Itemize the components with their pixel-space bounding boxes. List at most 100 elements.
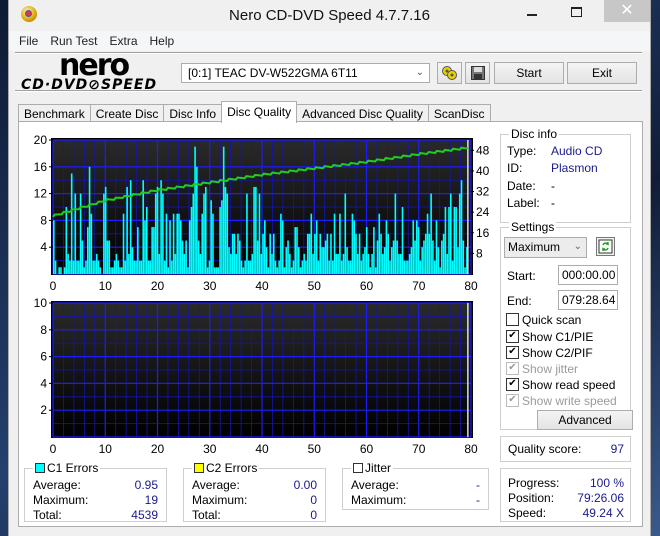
drive-select[interactable]: [0:1] TEAC DV-W522GMA 6T11 ⌄ <box>181 63 430 83</box>
c1-bar <box>419 260 422 274</box>
refresh-button[interactable] <box>596 237 615 256</box>
minimize-button[interactable] <box>510 0 554 22</box>
c1-bar <box>331 260 334 274</box>
c1-bar <box>60 267 62 274</box>
c1-bar <box>258 193 261 274</box>
c1-bar <box>58 267 60 274</box>
progress-label: Progress: <box>508 476 560 490</box>
c1-bar <box>323 247 325 274</box>
c1-bar <box>221 200 223 274</box>
jitter-color-swatch <box>353 462 363 473</box>
c1-bar <box>178 213 180 274</box>
x-tick-label: 10 <box>99 279 113 292</box>
maximize-button[interactable] <box>554 0 598 22</box>
menu-file[interactable]: File <box>13 31 44 51</box>
c1-bar <box>265 247 268 274</box>
c1-bar <box>365 227 368 274</box>
c1-bar <box>106 240 109 274</box>
c1-bar <box>310 213 313 274</box>
c1-bar <box>458 193 461 274</box>
c1-bar <box>314 233 316 274</box>
c1-bar <box>228 247 230 274</box>
c1-bar <box>185 240 187 274</box>
c1-bar <box>376 240 379 274</box>
c1-bar <box>351 213 354 274</box>
c1-bar <box>163 260 166 274</box>
c1-bar <box>303 253 305 274</box>
show-c1-pie-checkbox[interactable]: ✔ Show C1/PIE <box>506 329 593 345</box>
y2-tick-label: 8 <box>476 246 483 260</box>
c1-bar <box>390 247 393 274</box>
c1-bar <box>230 253 232 274</box>
disc-id-row: ID: Plasmon <box>507 161 622 176</box>
drive-info-button[interactable] <box>437 62 462 84</box>
c1-bar <box>278 260 280 274</box>
advanced-button[interactable]: Advanced <box>537 410 633 430</box>
c1-bar <box>441 240 443 274</box>
c1-total-row: Total: 4539 <box>33 508 158 523</box>
show-read-speed-checkbox[interactable]: ✔ Show read speed <box>506 377 615 393</box>
quality-score-group: Quality score: 97 <box>500 436 631 462</box>
show-c2-pif-checkbox[interactable]: ✔ Show C2/PIF <box>506 345 593 361</box>
c1-bar <box>165 213 168 274</box>
end-time-input[interactable]: 079:28.64 <box>558 290 618 310</box>
c1-bar <box>378 213 381 274</box>
c1-bar <box>79 193 82 274</box>
disc-date-value: - <box>551 179 555 193</box>
c1-bar <box>396 240 398 274</box>
c1-bar <box>176 213 178 274</box>
c1-bar <box>321 247 323 274</box>
c1-bar <box>301 260 304 274</box>
c1-bar <box>145 207 148 274</box>
c1-bar <box>233 233 236 274</box>
c1-bar <box>156 186 159 274</box>
c2-errors-group: C2 Errors Average: 0.00 Maximum: 0 Total: 0 <box>183 461 326 522</box>
tab-disc-quality[interactable]: Disc Quality <box>221 101 298 123</box>
c1-bar <box>403 260 406 274</box>
c1-color-swatch <box>35 462 45 473</box>
settings-title: Settings <box>509 220 557 234</box>
c1-bar <box>124 260 127 274</box>
exit-button[interactable]: Exit <box>567 62 637 84</box>
start-time-input[interactable]: 000:00.00 <box>558 265 618 285</box>
c1-bar <box>117 260 119 274</box>
c1-bar <box>94 260 96 274</box>
jitter-maximum-row: Maximum: - <box>351 493 480 508</box>
disc-info-title: Disc info <box>509 127 560 141</box>
c1-bar <box>464 267 466 274</box>
c1-bar <box>394 193 397 274</box>
c1-bar <box>126 186 128 274</box>
disc-quality-panel: 8 16 24 32 40 48 4 8 12 16 20 0 10 20 30 40 50 60 70 80 246… <box>18 121 643 527</box>
jitter-average-label: Average: <box>351 478 399 492</box>
c1-bar <box>128 253 130 274</box>
start-button[interactable]: Start <box>494 62 564 84</box>
c1-legend: C1 Errors <box>33 461 101 475</box>
save-button[interactable] <box>465 62 490 84</box>
speed-select[interactable]: Maximum ⌄ <box>504 237 587 258</box>
y-tick-label: 2 <box>40 403 47 417</box>
close-button[interactable]: ✕ <box>604 0 650 22</box>
progress-group: Progress: 100 % Position: 79:26.06 Speed: 4… <box>500 468 631 522</box>
c1-bar <box>110 267 112 274</box>
c1-bar <box>197 240 200 274</box>
c1-bar <box>85 260 87 274</box>
c1-bar <box>179 220 182 274</box>
c1-bar <box>113 260 116 274</box>
c1-bar <box>95 253 98 274</box>
c1-bar <box>433 260 436 274</box>
c1-bar <box>405 260 407 274</box>
c1-bar <box>437 247 440 274</box>
y-tick-label: 4 <box>40 240 47 254</box>
quick-scan-checkbox[interactable]: Quick scan <box>506 312 581 328</box>
menu-help[interactable]: Help <box>144 31 181 51</box>
c1-bar <box>199 253 202 274</box>
speed-value: 49.24 X <box>582 506 624 520</box>
x-tick-label: 40 <box>255 442 269 456</box>
c1-bar <box>99 267 102 274</box>
y-tick-label: 16 <box>34 160 48 174</box>
c1-bar <box>196 166 198 274</box>
c1-average-label: Average: <box>33 478 81 492</box>
c1-bar <box>407 260 409 274</box>
c1-bar <box>65 207 68 274</box>
c1-bar <box>256 240 259 274</box>
